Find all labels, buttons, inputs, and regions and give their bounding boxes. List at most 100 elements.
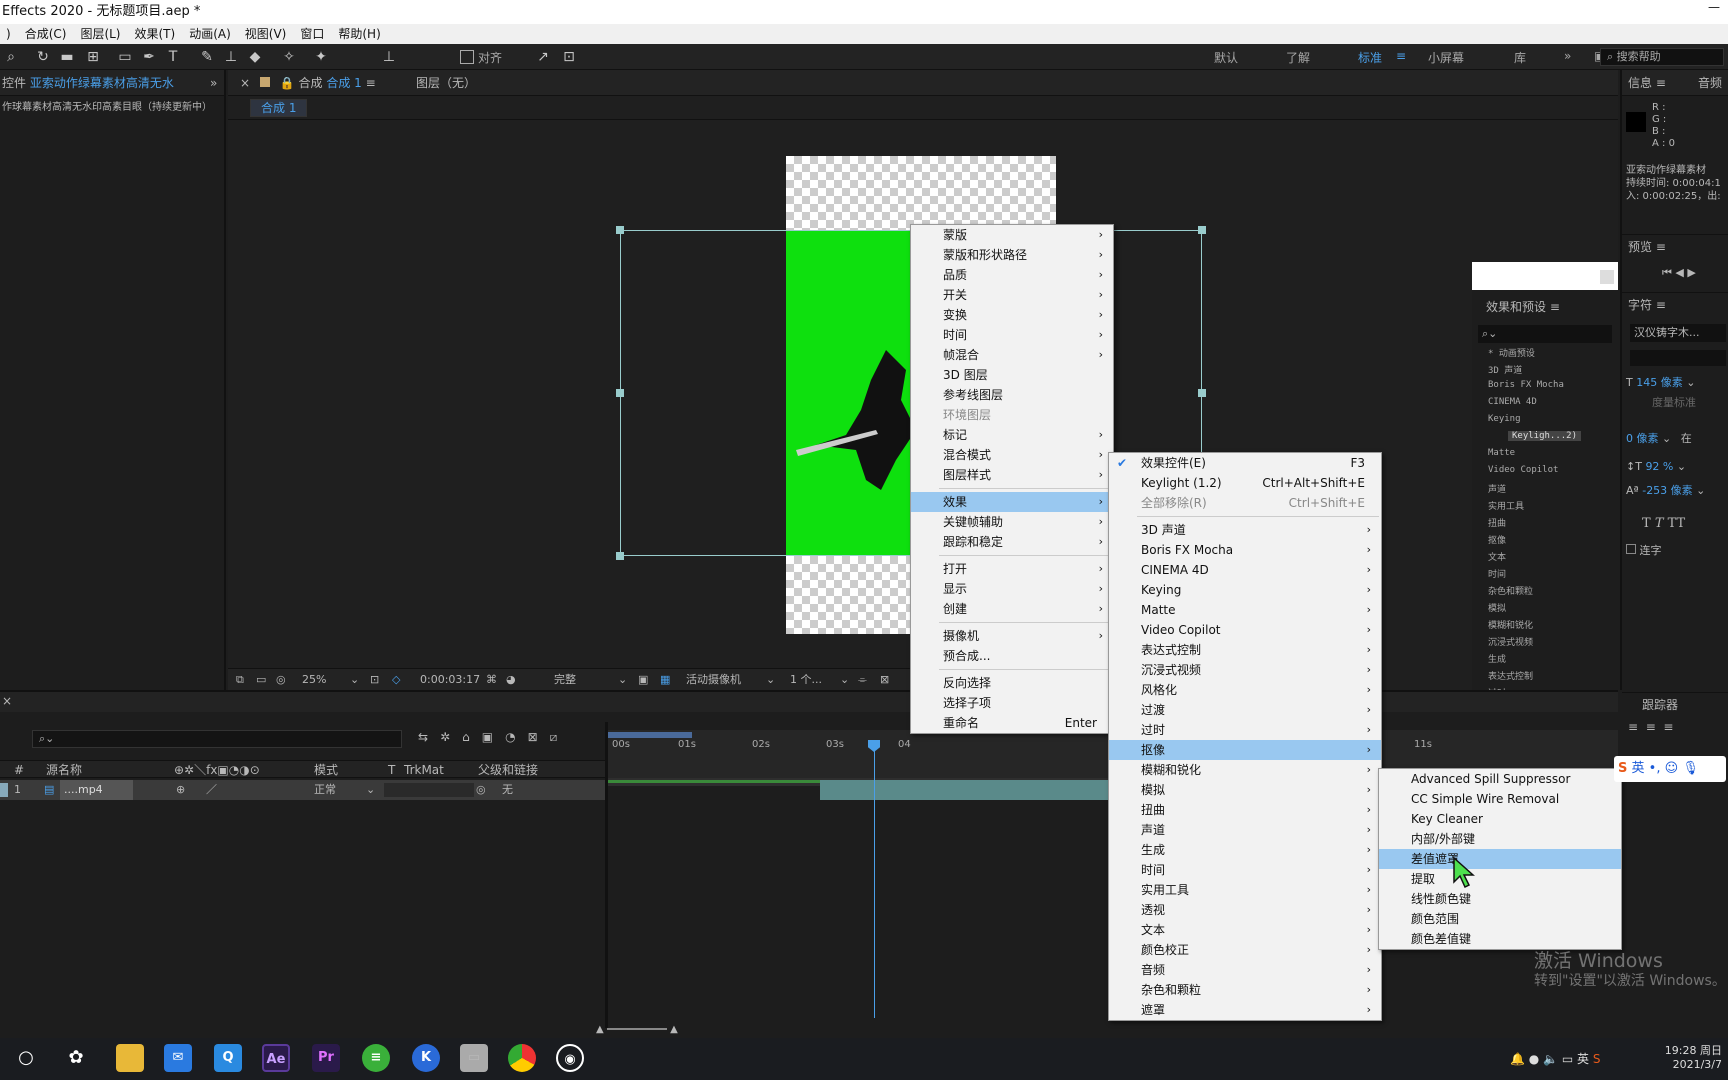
context-menu-item[interactable]: 音频 › [1109,960,1381,980]
context-menu-item[interactable]: 参考线图层 [911,385,1113,405]
align-center-icon[interactable]: ≡ [1646,720,1656,734]
tab-menu-icon[interactable]: ≡ [366,76,376,90]
context-menu-item[interactable]: 扭曲 › [1109,800,1381,820]
zoom-out-icon[interactable]: ▲ [596,1024,604,1035]
current-time[interactable]: 0:00:03:17 [420,669,480,691]
menu-item[interactable]: 动画(A) [183,24,239,44]
snapshot-icon[interactable]: ⌘ [486,669,497,691]
timeline-toggle-icon[interactable]: ⊠ [880,669,889,691]
pan-behind-tool-icon[interactable]: ⊞ [84,48,102,66]
context-menu-item[interactable]: 过渡 › [1109,700,1381,720]
layer-mode-select[interactable]: 正常 [314,780,336,800]
effects-category-item[interactable]: 3D 声道 [1488,363,1522,376]
workspace-learn[interactable]: 了解 [1286,49,1310,66]
context-menu-item[interactable]: 透视 › [1109,900,1381,920]
zoom-select[interactable]: 25% [302,669,326,691]
context-menu-item[interactable]: 3D 声道 › [1109,520,1381,540]
rectangle-tool-icon[interactable]: ▭ [116,48,134,66]
region-of-interest-icon[interactable]: ▣ [638,669,648,691]
effects-category-item[interactable]: 抠像 [1488,533,1506,546]
workspace-default[interactable]: 默认 [1214,49,1238,66]
task-view-icon[interactable]: ✿ [62,1044,90,1072]
context-menu-item[interactable]: CC Simple Wire Removal [1379,789,1621,809]
k-app-icon[interactable]: K [412,1044,440,1072]
context-menu-item[interactable]: ✔ 效果控件(E) F3 [1109,453,1381,473]
ligature-checkbox[interactable] [1626,544,1636,554]
mail-icon[interactable]: ✉ [164,1044,192,1072]
grid-snap-icon[interactable]: ⊡ [560,48,578,66]
transform-handle[interactable] [1198,389,1206,397]
search-icon[interactable]: ○ [12,1044,40,1072]
snap-icon[interactable]: ↗ [534,48,552,66]
clock[interactable]: 19:28 周日 2021/3/7 [1652,1042,1722,1071]
tracker-tab[interactable]: 跟踪器 [1622,692,1728,716]
qq-browser-icon[interactable]: Q [214,1044,242,1072]
context-menu-item[interactable]: 蒙版和形状路径 › [911,245,1113,265]
motion-blur-icon[interactable]: ◔ [505,730,527,744]
first-frame-icon[interactable]: ⏮ [1662,266,1672,279]
obs-icon[interactable]: ◉ [556,1044,584,1072]
chrome-icon[interactable] [508,1044,536,1072]
context-menu-item[interactable]: 预合成... [911,646,1113,666]
context-menu-item[interactable]: Video Copilot › [1109,620,1381,640]
parent-select[interactable]: 无 [502,780,513,800]
axis-tool-icon[interactable]: ⊥ [380,48,398,66]
transform-handle[interactable] [616,226,624,234]
effects-category-item[interactable]: 文本 [1488,550,1506,563]
vertical-scale[interactable]: 92 % [1645,460,1673,473]
context-menu-item[interactable]: 杂色和颗粒 › [1109,980,1381,1000]
graph-view-icon[interactable]: ⧄ [550,730,570,744]
context-menu-item[interactable]: 时间 › [911,325,1113,345]
stroke-width[interactable]: 0 像素 [1626,432,1659,445]
context-menu-item[interactable]: 开关 › [911,285,1113,305]
context-menu-item[interactable]: 抠像 › [1109,740,1381,760]
text-tool-icon[interactable]: T [164,48,182,66]
effects-category-item[interactable]: Video Copilot [1488,465,1558,475]
col-mode[interactable]: 模式 [314,761,338,779]
effects-category-item[interactable]: 实用工具 [1488,499,1524,512]
vr-icon[interactable]: ◎ [276,669,286,691]
network-icon[interactable]: ▭ [1562,1052,1573,1066]
layer-name[interactable]: ....mp4 [60,780,133,800]
effects-category-item[interactable]: 扭曲 [1488,516,1506,529]
context-menu-item[interactable]: 关键帧辅助 › [911,512,1113,532]
menu-item[interactable]: 窗口 [294,24,332,44]
context-menu-item[interactable]: 反向选择 [911,673,1113,693]
all-caps-button[interactable]: TT [1668,516,1686,531]
context-menu-item[interactable]: 时间 › [1109,860,1381,880]
context-menu-item[interactable]: 3D 图层 [911,365,1113,385]
context-menu-item[interactable]: Boris FX Mocha › [1109,540,1381,560]
menu-item[interactable]: ) [0,24,19,44]
panel-overflow-icon[interactable]: » [210,70,217,96]
effects-category-item[interactable]: 沉浸式视频 [1488,635,1533,648]
timeline-search-input[interactable]: ⌕⌄ [32,730,402,748]
zoom-dropdown-icon[interactable]: ⌄ [350,669,359,691]
font-family-select[interactable]: 汉仪铸字木... [1630,324,1726,342]
pen-tool-icon[interactable]: ✒ [140,48,158,66]
ime-toolbar[interactable]: S 英 •, ☺ 🎙 [1614,756,1726,782]
col-source-name[interactable]: 源名称 [46,761,82,779]
context-menu-item[interactable]: 打开 › [911,559,1113,579]
workspace-menu-icon[interactable]: ≡ [1396,49,1406,63]
close-tab-icon[interactable]: × [240,76,250,90]
context-menu-item[interactable]: 风格化 › [1109,680,1381,700]
camera-select[interactable]: 活动摄像机 [686,669,741,691]
puppet-pin-tool-icon[interactable]: ✦ [312,48,330,66]
effects-category-item[interactable]: * 动画预设 [1488,346,1535,359]
graph-editor-icon[interactable]: ⊠ [528,730,550,744]
preview-tab[interactable]: 预览 ≡ [1622,234,1728,258]
context-menu-item[interactable]: 内部/外部键 [1379,829,1621,849]
context-menu-item[interactable]: Matte › [1109,600,1381,620]
font-style-select[interactable] [1630,350,1726,366]
effects-category-item[interactable]: Keyligh...2) [1508,431,1582,441]
info-tab[interactable]: 信息 ≡ 音频 [1622,70,1728,96]
effects-search-input[interactable]: ⌕⌄ [1478,325,1612,343]
context-menu-item[interactable]: 颜色范围 [1379,909,1621,929]
camera-dropdown-icon[interactable]: ⌄ [766,669,775,691]
safe-zone-icon[interactable]: ⊡ [370,669,379,691]
context-menu-item[interactable]: 沉浸式视频 › [1109,660,1381,680]
context-menu-item[interactable]: 生成 › [1109,840,1381,860]
eraser-tool-icon[interactable]: ◆ [246,48,264,66]
play-icon[interactable]: ▶ [1687,266,1695,279]
tray-app-icon[interactable]: ● [1529,1052,1539,1066]
